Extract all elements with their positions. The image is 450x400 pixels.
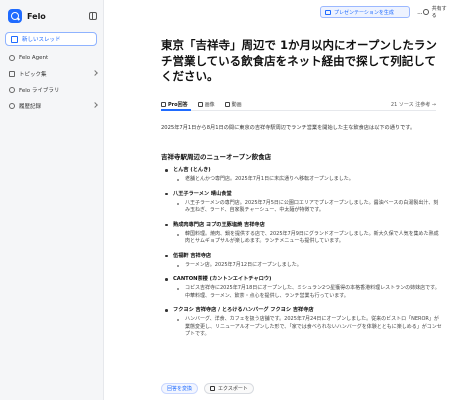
list-item: 八王子ラーメン 晴山食堂 八王子ラーメンの専門店。2025年7月5日に公園口エリ…	[161, 190, 443, 215]
topic-icon	[9, 71, 15, 77]
brand[interactable]: Felo	[8, 9, 46, 23]
list-item: とん吉 (とんき) 老舗とんかつ専門店。2025年7月1日に末広通りへ移転オープ…	[161, 166, 443, 184]
top-bar: プレゼンテーションを生成 ··· 共有する	[104, 0, 450, 24]
list-item: フクヨシ 吉祥寺店 / とろけるハンバーグ フクヨシ 吉祥寺店 ハンバーグ、洋食…	[161, 306, 443, 339]
sidebar-collapse-icon[interactable]	[89, 12, 97, 20]
new-thread-icon	[11, 35, 18, 43]
tab-images[interactable]: 画像	[197, 101, 215, 108]
sources-link[interactable]: 21 ソース 注参考 →	[391, 101, 436, 108]
app-name: Felo	[27, 11, 46, 21]
share-label: 共有する	[431, 6, 447, 19]
tab-pro-answer[interactable]: Pro回答	[161, 101, 188, 108]
new-thread-button[interactable]: 新しいスレッド	[5, 32, 97, 46]
video-icon	[224, 101, 230, 107]
history-icon	[9, 103, 15, 109]
convert-answer-button[interactable]: 回答を変換	[161, 383, 199, 394]
felo-logo-icon	[8, 9, 22, 23]
chevron-right-icon	[92, 70, 98, 76]
restaurant-name: 八王子ラーメン 晴山食堂	[161, 190, 443, 200]
answer-intro: 2025年7月1日から8月1日の間に東京の吉祥寺駅周辺でランチ営業を開始した主な…	[161, 125, 416, 131]
sidebar-item-topics[interactable]: トピック集	[5, 66, 99, 82]
restaurant-name: フクヨシ 吉祥寺店 / とろけるハンバーグ フクヨシ 吉祥寺店	[161, 306, 443, 316]
agent-icon	[9, 55, 15, 61]
restaurant-description: ラーメン店。2025年7月12日にオープンしました。	[161, 262, 443, 270]
sidebar-item-label: トピック集	[19, 72, 47, 78]
restaurant-list: とん吉 (とんき) 老舗とんかつ専門店。2025年7月1日に末広通りへ移転オープ…	[161, 166, 443, 345]
restaurant-description: 八王子ラーメンの専門店。2025年7月5日に公園口エリアでプレオープンしました。…	[161, 200, 443, 215]
sidebar-item-agent[interactable]: Felo Agent	[5, 50, 99, 66]
library-icon	[9, 87, 15, 93]
share-button[interactable]: 共有する	[423, 6, 450, 19]
sidebar-item-label: Felo ライブラリ	[19, 88, 60, 94]
restaurant-name: 熟成肉専門店 ヨプの王豚塩焼 吉祥寺店	[161, 221, 443, 231]
tab-videos[interactable]: 動画	[224, 101, 242, 108]
answer-panel: 東京「吉祥寺」周辺で 1か月以内にオープンしたランチ営業している飲食店をネット経…	[161, 38, 443, 337]
restaurant-description: 老舗とんかつ専門店。2025年7月1日に末広通りへ移転オープンしました。	[161, 176, 443, 184]
active-tab-indicator	[161, 109, 191, 111]
restaurant-description: ハンバーグ、洋食、カフェを扱う店舗です。2025年7月24日にオープンしました。…	[161, 316, 443, 339]
tab-divider	[161, 110, 436, 111]
restaurant-name: とん吉 (とんき)	[161, 166, 443, 176]
restaurant-name: 伍福軒 吉祥寺店	[161, 252, 443, 262]
pro-answer-icon	[161, 101, 166, 107]
chevron-right-icon	[92, 102, 98, 108]
sidebar: Felo 新しいスレッド Felo Agent トピック集 Felo ライブラリ…	[0, 0, 104, 400]
restaurant-description: 韓国料理。焼肉、鍋を提供する店で、2025年7月9日にグランドオープンしました。…	[161, 231, 443, 246]
sidebar-nav: Felo Agent トピック集 Felo ライブラリ 履歴記録	[5, 50, 99, 114]
restaurant-description: コピス吉祥寺に2025年7月18日にオープンした、ミシュラン2つ星獲得の本格香港…	[161, 285, 443, 300]
sidebar-item-label: 履歴記録	[19, 104, 42, 110]
restaurant-name: CANTON茶楼 (カントンエイトチャロウ)	[161, 275, 443, 285]
sidebar-item-history[interactable]: 履歴記録	[5, 98, 99, 114]
export-label: エクスポート	[218, 386, 248, 392]
convert-answer-label: 回答を変換	[167, 386, 193, 392]
sidebar-item-library[interactable]: Felo ライブラリ	[5, 82, 99, 98]
tab-label: 画像	[204, 101, 215, 108]
answer-tabs: Pro回答 画像 動画 21 ソース 注参考 →	[161, 98, 436, 110]
presentation-icon	[325, 9, 331, 15]
export-icon	[210, 386, 216, 391]
list-item: 熟成肉専門店 ヨプの王豚塩焼 吉祥寺店 韓国料理。焼肉、鍋を提供する店で、202…	[161, 221, 443, 246]
generate-presentation-label: プレゼンテーションを生成	[334, 9, 394, 16]
tab-label: 動画	[231, 101, 242, 108]
image-icon	[197, 101, 203, 107]
share-icon	[423, 9, 429, 15]
answer-actions: 回答を変換 エクスポート	[161, 383, 260, 394]
generate-presentation-button[interactable]: プレゼンテーションを生成	[320, 6, 410, 18]
list-item: CANTON茶楼 (カントンエイトチャロウ) コピス吉祥寺に2025年7月18日…	[161, 275, 443, 300]
new-thread-label: 新しいスレッド	[22, 37, 61, 43]
export-button[interactable]: エクスポート	[204, 383, 254, 394]
sidebar-item-label: Felo Agent	[19, 55, 49, 61]
list-item: 伍福軒 吉祥寺店 ラーメン店。2025年7月12日にオープンしました。	[161, 252, 443, 270]
tab-label: Pro回答	[168, 101, 188, 108]
section-heading: 吉祥寺駅周辺のニューオープン飲食店	[161, 153, 272, 161]
question-title: 東京「吉祥寺」周辺で 1か月以内にオープンしたランチ営業している飲食店をネット経…	[161, 38, 437, 83]
more-options-icon[interactable]: ···	[417, 10, 423, 18]
